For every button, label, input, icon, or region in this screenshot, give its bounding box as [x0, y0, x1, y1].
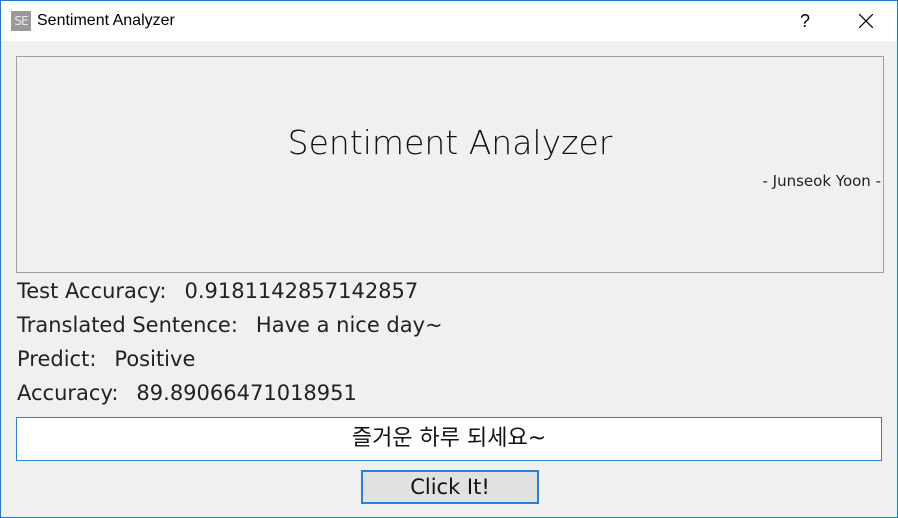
- accuracy-row: Accuracy: 89.89066471018951: [17, 381, 357, 405]
- close-icon: [859, 14, 873, 28]
- test-accuracy-label: Test Accuracy:: [17, 279, 167, 303]
- app-icon: SE: [11, 11, 31, 31]
- author-label: - Junseok Yoon -: [762, 172, 881, 190]
- header-title: Sentiment Analyzer: [287, 123, 613, 162]
- app-window: SE Sentiment Analyzer ? Sentiment Analyz…: [0, 0, 898, 518]
- sentence-input[interactable]: 즐거운 하루 되세요~: [16, 417, 882, 461]
- translated-sentence-value: Have a nice day~: [255, 313, 443, 337]
- test-accuracy-row: Test Accuracy: 0.9181142857142857: [17, 279, 418, 303]
- window-title: Sentiment Analyzer: [37, 12, 175, 29]
- accuracy-label: Accuracy:: [17, 381, 119, 405]
- translated-sentence-row: Translated Sentence: Have a nice day~: [17, 313, 443, 337]
- test-accuracy-value: 0.9181142857142857: [184, 279, 419, 303]
- predict-value: Positive: [114, 347, 196, 371]
- accuracy-value: 89.89066471018951: [136, 381, 357, 405]
- close-button[interactable]: [843, 1, 889, 41]
- translated-sentence-label: Translated Sentence:: [17, 313, 238, 337]
- header-panel: Sentiment Analyzer - Junseok Yoon -: [16, 56, 884, 273]
- predict-label: Predict:: [17, 347, 97, 371]
- title-bar: SE Sentiment Analyzer ?: [1, 1, 897, 41]
- predict-row: Predict: Positive: [17, 347, 195, 371]
- click-it-button[interactable]: Click It!: [361, 470, 539, 504]
- help-button[interactable]: ?: [783, 1, 827, 41]
